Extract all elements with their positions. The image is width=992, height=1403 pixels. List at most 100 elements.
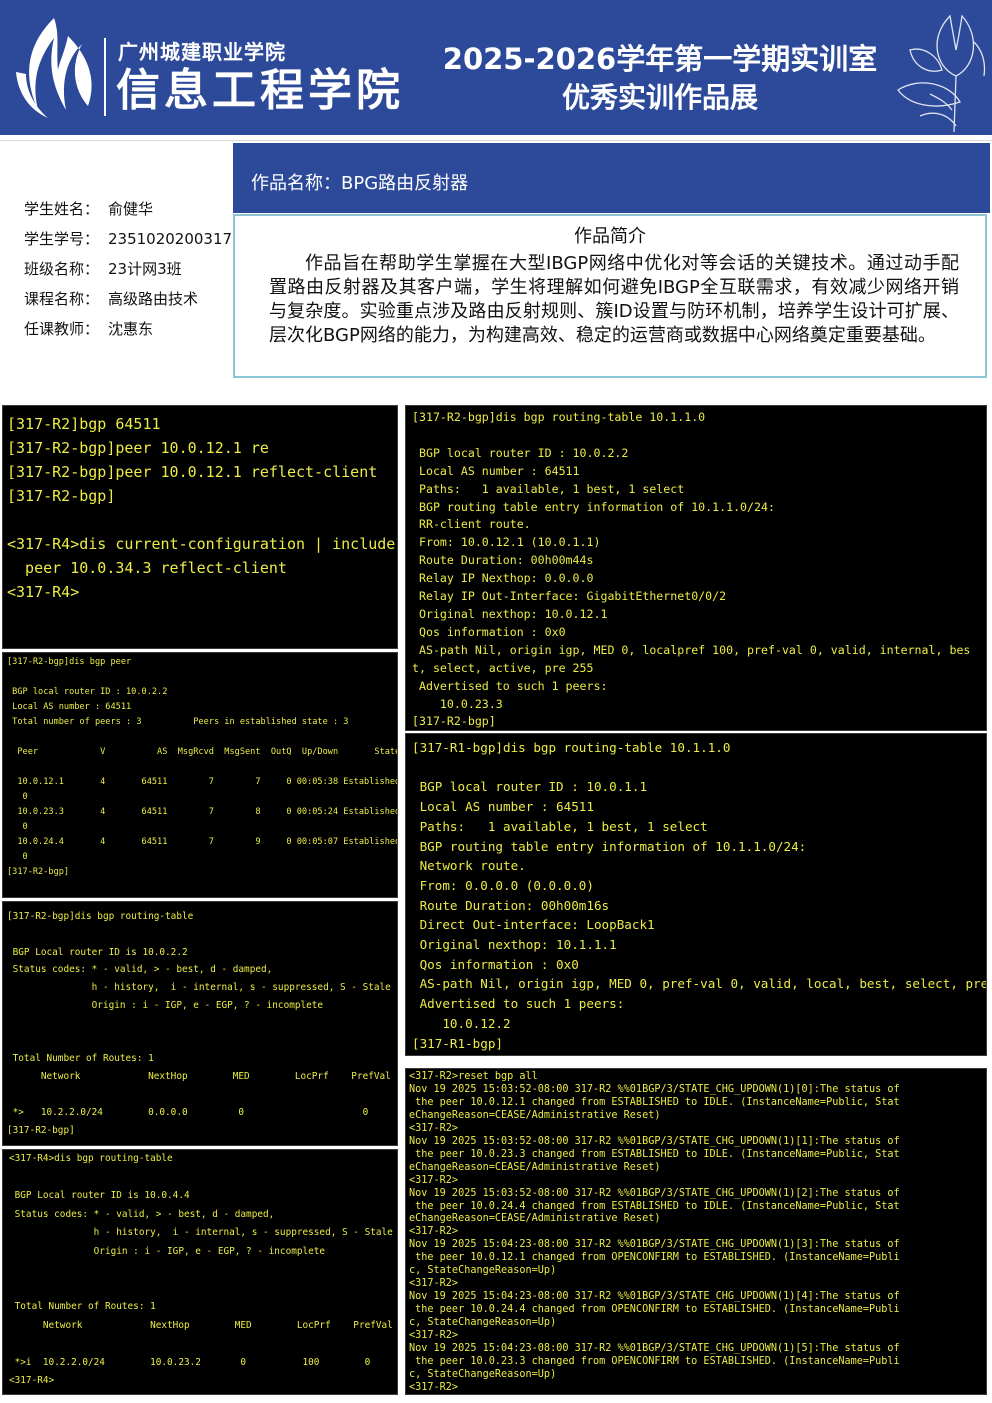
terminal-reflect-client-config: [317-R2]bgp 64511 [317-R2-bgp]peer 10.0.1… [2, 405, 398, 649]
terminal-line: the peer 10.0.12.1 changed from ESTABLIS… [409, 1096, 900, 1108]
terminal-line: *> 10.2.2.0/24 0.0.0.0 0 0 i [7, 1106, 398, 1118]
terminal-line: <317-R2> [409, 1226, 459, 1238]
terminal-line: <317-R4> [9, 1375, 55, 1386]
terminal-line: Original nexthop: 10.1.1.1 [412, 937, 617, 953]
terminal-line: <317-R2> [409, 1330, 459, 1342]
terminal-line: <317-R2>reset bgp all [409, 1071, 538, 1082]
terminal-line: Total Number of Routes: 1 [7, 1053, 154, 1065]
info-label: 班级名称： [24, 260, 100, 278]
terminal-line: Nov 19 2025 15:04:23-08:00 317-R2 %%01BG… [409, 1291, 900, 1303]
terminal-line: t, select, active, pre 255 [412, 660, 594, 675]
terminal-line: BGP routing table entry information of 1… [412, 499, 775, 514]
terminal-line: 10.0.23.3 [412, 696, 503, 711]
terminal-line: AS-path Nil, origin igp, MED 0, localpre… [412, 642, 971, 657]
terminal-line: c, StateChangeReason=Up) [409, 1317, 557, 1329]
terminal-line: Total number of peers : 3 Peers in estab… [7, 717, 349, 727]
terminal-line: Network NextHop MED LocPrf PrefVal Path/… [40, 1071, 397, 1083]
terminal-line: 10.0.12.2 [412, 1015, 511, 1031]
info-value: 沈惠东 [108, 320, 154, 338]
terminal-r1-route-detail: [317-R1-bgp]dis bgp routing-table 10.1.1… [405, 733, 987, 1056]
terminal-line: BGP local router ID : 10.0.2.2 [7, 687, 168, 697]
info-value: 2351020200317 [108, 230, 233, 248]
terminal-line: Network route. [412, 858, 526, 874]
terminal-line: Network NextHop MED LocPrf PrefVal Path/… [42, 1319, 393, 1331]
terminal-line: 0 [7, 822, 28, 832]
terminal-line: Advertised to such 1 peers: [412, 678, 608, 693]
terminal-line: Relay IP Nexthop: 0.0.0.0 [412, 571, 594, 586]
terminal-line: c, StateChangeReason=Up) [409, 1368, 557, 1380]
terminal-line: [317-R2-bgp] [7, 867, 70, 877]
terminal-line: 0 [7, 852, 28, 862]
info-label: 学生姓名： [24, 200, 100, 218]
terminal-line: peer 10.0.34.3 reflect-client [7, 559, 287, 577]
lotus-decoration-icon [897, 14, 986, 133]
terminal-line: Original nexthop: 10.0.12.1 [412, 606, 608, 621]
header-divider [0, 140, 992, 141]
info-value: 高级路由技术 [108, 290, 199, 308]
terminal-line: <317-R2> [409, 1278, 459, 1290]
terminal-line: From: 0.0.0.0 (0.0.0.0) [412, 877, 594, 893]
info-row-course: 课程名称： 高级路由技术 [24, 284, 232, 314]
terminal-line: Peer V AS MsgRcvd MsgSent OutQ Up/Down S… [17, 747, 398, 757]
terminal-line: [317-R2-bgp]peer 10.0.12.1 reflect-clien… [7, 463, 378, 481]
terminal-line: [317-R2-bgp] [7, 1124, 75, 1136]
terminal-line: AS-path Nil, origin igp, MED 0, pref-val… [412, 976, 987, 992]
terminal-line: 0 [7, 792, 28, 802]
info-label: 课程名称： [24, 290, 100, 308]
terminal-line: h - history, i - internal, s - suppresse… [7, 982, 391, 994]
terminal-line: Route Duration: 00h00m44s [412, 553, 594, 568]
terminal-line: Total Number of Routes: 1 [9, 1301, 156, 1312]
terminal-line: Origin : i - IGP, e - EGP, ? - incomplet… [9, 1245, 326, 1257]
terminal-line: <317-R4> [7, 583, 80, 601]
info-row-teacher: 任课教师： 沈惠东 [24, 314, 232, 344]
terminal-line: Qos information : 0x0 [412, 624, 566, 639]
school-name: 广州城建职业学院 [118, 40, 286, 64]
terminal-line: Nov 19 2025 15:04:23-08:00 317-R2 %%01BG… [409, 1343, 900, 1355]
terminal-line: Route Duration: 00h00m16s [412, 897, 610, 913]
info-label: 学生学号： [24, 230, 100, 248]
terminal-line: Direct Out-interface: LoopBack1 [412, 917, 655, 933]
info-label: 任课教师： [24, 320, 100, 338]
page-header: 广州城建职业学院 信息工程学院 2025-2026学年第一学期实训室 优秀实训作… [0, 0, 992, 135]
terminal-line: Origin : i - IGP, e - EGP, ? - incomplet… [7, 999, 324, 1011]
info-value: 23计网3班 [108, 260, 182, 278]
terminal-line: Status codes: * - valid, > - best, d - d… [7, 964, 273, 976]
terminal-line: Paths: 1 available, 1 best, 1 select [412, 818, 708, 834]
exhibition-title-line2: 优秀实训作品展 [561, 81, 758, 114]
flame-logo-icon [16, 18, 92, 118]
terminal-line: Nov 19 2025 15:04:23-08:00 317-R2 %%01BG… [409, 1239, 900, 1251]
info-row-id: 学生学号： 2351020200317 [24, 224, 232, 254]
terminal-line: 10.0.23.3 4 64511 7 8 0 00:05:24 Establi… [7, 807, 398, 817]
terminal-line: [317-R2-bgp] [412, 714, 496, 729]
info-row-class: 班级名称： 23计网3班 [24, 254, 232, 284]
terminal-line: [317-R1-bgp]dis bgp routing-table 10.1.1… [412, 740, 731, 755]
college-name: 信息工程学院 [116, 65, 404, 116]
terminal-r2-routing-table: [317-R2-bgp]dis bgp routing-table BGP Lo… [2, 901, 398, 1146]
terminal-line: the peer 10.0.12.1 changed from OPENCONF… [409, 1252, 900, 1264]
terminal-line: the peer 10.0.24.4 changed from ESTABLIS… [409, 1200, 900, 1212]
terminal-line: [317-R2-bgp]dis bgp routing-table 10.1.1… [412, 410, 706, 424]
terminal-line: BGP Local router ID is 10.0.4.4 [9, 1190, 190, 1201]
terminal-line: <317-R2> [409, 1122, 459, 1134]
terminal-line: Nov 19 2025 15:03:52-08:00 317-R2 %%01BG… [409, 1135, 900, 1147]
terminal-line: Paths: 1 available, 1 best, 1 select [412, 481, 685, 496]
work-name: 作品名称：BPG路由反射器 [251, 173, 469, 194]
terminal-line: Advertised to such 1 peers: [412, 996, 625, 1012]
terminal-reset-bgp-log: <317-R2>reset bgp all Nov 19 2025 15:03:5… [405, 1068, 987, 1395]
work-name-bar: 作品名称：BPG路由反射器 [233, 143, 990, 213]
terminal-line: Nov 19 2025 15:03:52-08:00 317-R2 %%01BG… [409, 1187, 900, 1199]
terminal-line: Nov 19 2025 15:03:52-08:00 317-R2 %%01BG… [409, 1083, 900, 1095]
terminal-line: BGP routing table entry information of 1… [412, 838, 807, 854]
terminal-line: 10.0.24.4 4 64511 7 9 0 00:05:07 Establi… [7, 837, 398, 847]
logo-divider [104, 38, 106, 116]
terminal-line: Status codes: * - valid, > - best, d - d… [9, 1208, 275, 1220]
terminal-line: From: 10.0.12.1 (10.0.1.1) [412, 535, 601, 550]
work-intro-box: 作品简介 作品旨在帮助学生掌握在大型IBGP网络中优化对等会话的关键技术。通过动… [233, 214, 987, 378]
